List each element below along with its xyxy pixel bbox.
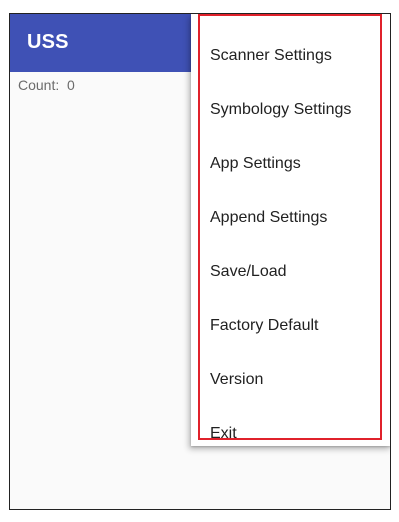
- menu-item-version[interactable]: Version: [191, 353, 390, 407]
- menu-item-append-settings[interactable]: Append Settings: [191, 191, 390, 245]
- overflow-menu: Scanner Settings Symbology Settings App …: [191, 14, 390, 446]
- menu-item-save-load[interactable]: Save/Load: [191, 245, 390, 299]
- menu-item-scanner-settings[interactable]: Scanner Settings: [191, 29, 390, 83]
- scan-count: Count: 0: [18, 77, 75, 93]
- menu-item-factory-default[interactable]: Factory Default: [191, 299, 390, 353]
- menu-item-app-settings[interactable]: App Settings: [191, 137, 390, 191]
- count-label: Count:: [18, 77, 60, 93]
- app-screen: USS Count: 0 Scanner Settings Symbology …: [9, 13, 391, 510]
- count-value: 0: [67, 77, 75, 93]
- menu-item-symbology-settings[interactable]: Symbology Settings: [191, 83, 390, 137]
- menu-item-exit[interactable]: Exit: [191, 407, 390, 461]
- app-title: USS: [27, 31, 69, 53]
